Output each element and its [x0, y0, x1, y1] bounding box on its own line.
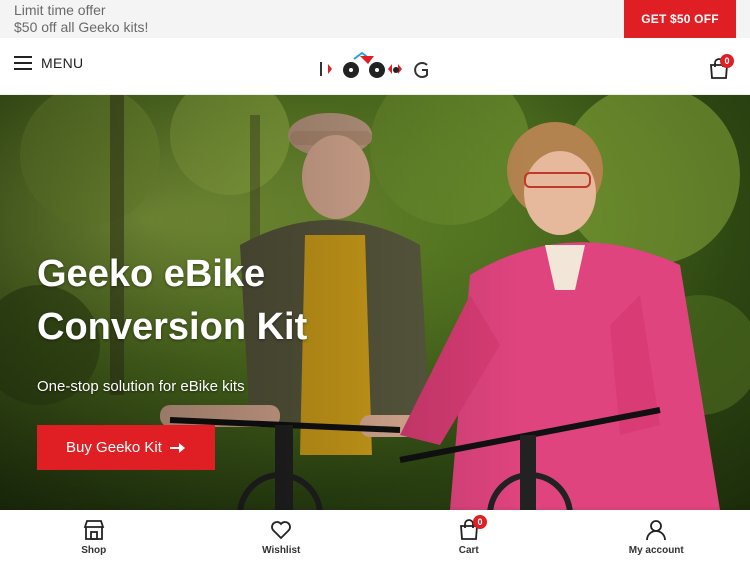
nav-cart-label: Cart [458, 545, 479, 556]
buy-kit-label: Buy Geeko Kit [66, 439, 162, 456]
hamburger-icon [14, 56, 32, 70]
arrow-right-icon [169, 442, 185, 453]
nav-wishlist-label: Wishlist [262, 545, 301, 556]
user-icon [646, 520, 667, 541]
nav-cart-badge: 0 [473, 515, 487, 529]
cart-count-badge: 0 [720, 54, 734, 68]
menu-label: MENU [41, 55, 84, 71]
promo-line-1: Limit time offer [14, 2, 106, 18]
nav-wishlist[interactable]: Wishlist [188, 510, 376, 563]
heart-icon [271, 521, 292, 540]
nav-account-label: My account [628, 545, 684, 556]
bottom-navigation: Shop Wishlist 0 Cart My account [0, 510, 750, 563]
menu-button[interactable]: MENU [14, 55, 83, 71]
header-cart-button[interactable]: 0 [708, 54, 734, 80]
site-header: MENU 0 [0, 38, 750, 95]
promo-line-2: $50 off all Geeko kits! [14, 19, 149, 35]
get-discount-button[interactable]: GET $50 OFF [624, 0, 736, 38]
hero-title-line-2: Conversion Kit [37, 306, 308, 348]
buy-kit-button[interactable]: Buy Geeko Kit [37, 425, 215, 470]
site-logo[interactable] [318, 50, 432, 84]
nav-shop-label: Shop [81, 545, 107, 556]
nav-account[interactable]: My account [563, 510, 750, 563]
nav-shop[interactable]: Shop [0, 510, 188, 563]
promo-text: Limit time offer $50 off all Geeko kits! [14, 2, 148, 36]
hero-title-line-1: Geeko eBike [37, 253, 266, 295]
hero-banner: Geeko eBike Conversion Kit One-stop solu… [0, 95, 750, 510]
hero-subtitle: One-stop solution for eBike kits [37, 378, 245, 395]
shop-icon [83, 520, 104, 540]
promo-bar: Limit time offer $50 off all Geeko kits!… [0, 0, 750, 38]
hero-title: Geeko eBike Conversion Kit [37, 248, 397, 354]
nav-cart[interactable]: 0 Cart [375, 510, 563, 563]
